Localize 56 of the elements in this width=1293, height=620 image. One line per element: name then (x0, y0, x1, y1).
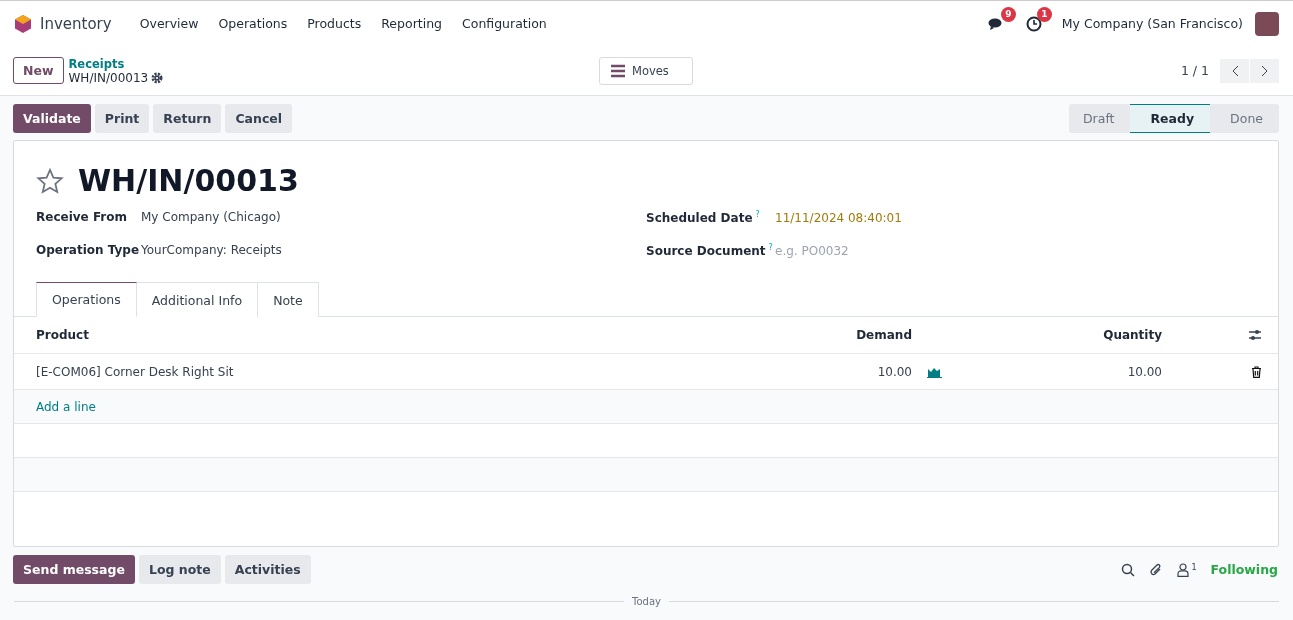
field-label: Scheduled Date (646, 211, 753, 226)
chatter-button[interactable]: Activities (224, 555, 311, 584)
menu-item[interactable]: Overview (129, 16, 209, 31)
pager-counter[interactable]: 1 / 1 (1180, 63, 1209, 78)
notification-badge: 1 (1036, 6, 1052, 22)
field-label: Source Document (646, 244, 766, 259)
chevron-left-icon (1230, 64, 1239, 77)
stage-button[interactable]: Ready (1130, 104, 1211, 133)
column-header[interactable]: Demand (852, 328, 912, 342)
action-button[interactable]: Return (153, 104, 222, 133)
menu-icon (610, 63, 626, 78)
field-value[interactable]: YourCompany: Receipts (141, 243, 282, 257)
menu-item[interactable]: Products (297, 16, 372, 31)
search-icon[interactable] (1121, 562, 1136, 577)
star-icon[interactable] (36, 166, 64, 195)
new-button[interactable]: New (13, 57, 64, 84)
clock-icon[interactable] (1025, 15, 1042, 32)
column-header[interactable]: Product (36, 328, 852, 342)
app-logo-icon[interactable] (14, 13, 32, 34)
table-cell-text: 10.00 (1126, 364, 1162, 379)
date-divider-label: Today (632, 596, 661, 607)
followers-count[interactable]: 1 (1191, 562, 1197, 572)
stage-button[interactable]: Draft (1068, 104, 1131, 133)
moves-button[interactable]: Moves (599, 56, 693, 85)
person-icon[interactable] (1177, 562, 1190, 577)
menu-item[interactable]: Operations (208, 16, 298, 31)
forecast-chart-icon[interactable] (927, 365, 942, 378)
tab[interactable]: Note (258, 282, 319, 317)
chatter-button[interactable]: Log note (138, 555, 221, 584)
trash-icon[interactable] (1251, 365, 1262, 378)
chatter-button[interactable]: Send message (13, 555, 135, 584)
table-cell-text: 10.00 (876, 364, 912, 379)
stage-button[interactable]: Done (1210, 104, 1279, 133)
record-title: WH/IN/00013 (78, 163, 299, 198)
action-button[interactable]: Print (94, 104, 150, 133)
action-button[interactable]: Validate (13, 104, 91, 133)
field-label: Receive From (36, 210, 128, 224)
tab[interactable]: Operations (36, 282, 137, 317)
field-value[interactable]: My Company (Chicago) (141, 210, 281, 224)
table-cell-text: [E-COM06] Corner Desk Right Sit (36, 364, 235, 379)
tab[interactable]: Additional Info (136, 282, 259, 317)
action-button[interactable]: Cancel (225, 104, 293, 133)
column-settings-icon[interactable] (1248, 329, 1262, 341)
settings-icon[interactable] (151, 71, 164, 84)
chevron-right-icon (1260, 64, 1269, 77)
column-header[interactable]: Quantity (912, 328, 1162, 342)
date-field[interactable]: 11/11/2024 08:40:01 (775, 211, 902, 226)
user-avatar[interactable] (1255, 11, 1279, 36)
breadcrumb-link[interactable]: Receipts (68, 56, 164, 71)
menu-item[interactable]: Reporting (371, 16, 452, 31)
record-name: WH/IN/00013 (68, 70, 149, 85)
app-name[interactable]: Inventory (40, 14, 112, 33)
menu-item[interactable]: Configuration (452, 16, 557, 31)
company-switcher[interactable]: My Company (San Francisco) (1061, 16, 1243, 31)
field-label: Operation Type (36, 243, 141, 257)
notification-badge: 9 (1000, 6, 1016, 22)
